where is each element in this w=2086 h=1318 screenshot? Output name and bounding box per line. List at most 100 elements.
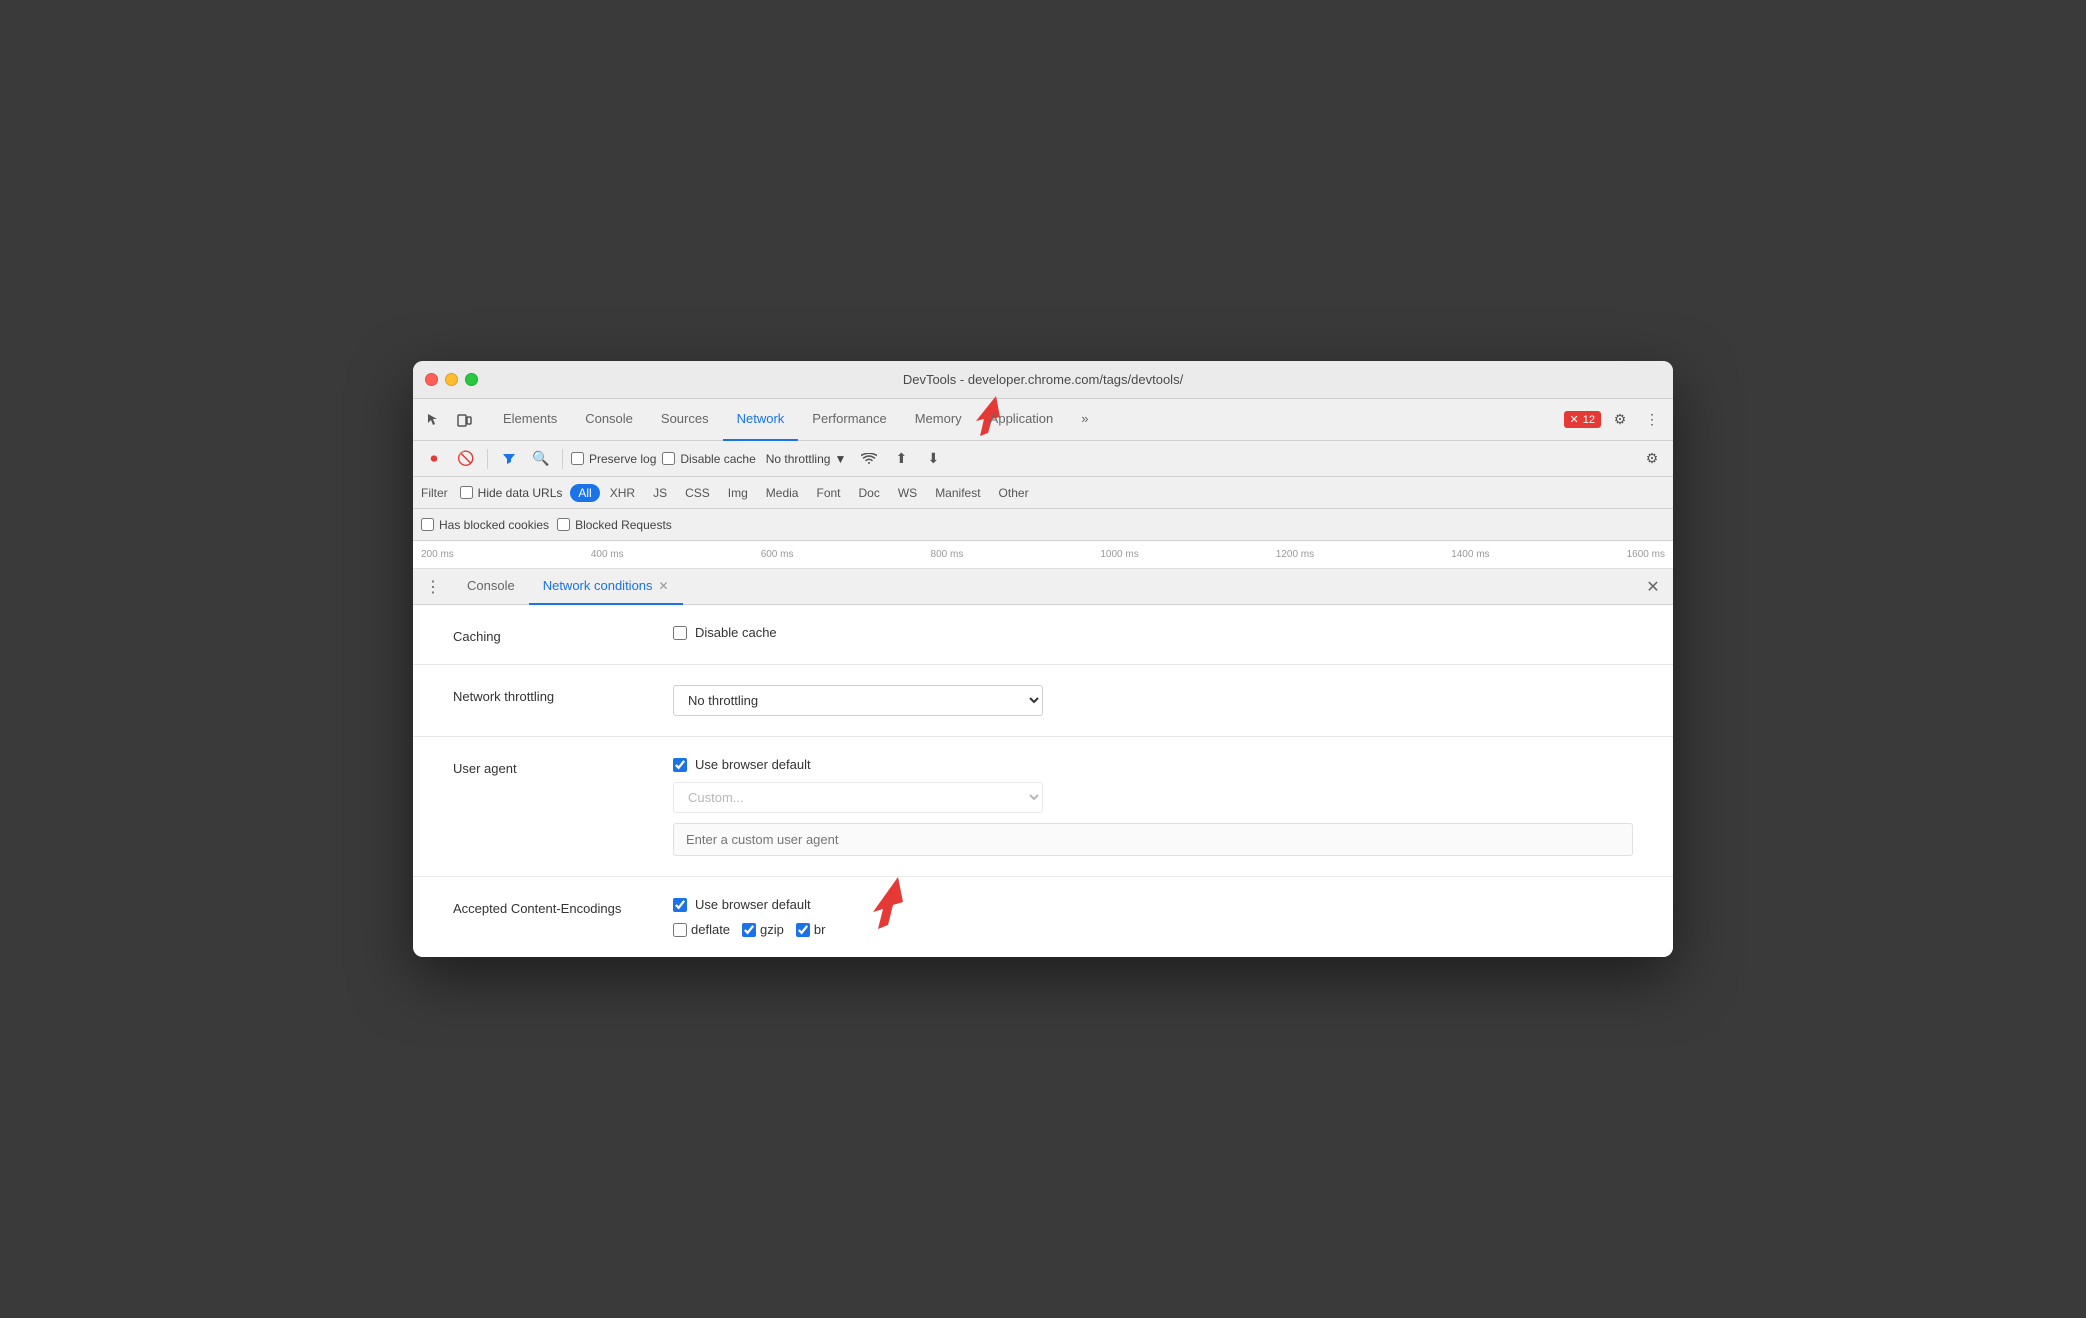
tab-sources[interactable]: Sources xyxy=(647,399,723,441)
drawer-tab-close[interactable]: ✕ xyxy=(659,579,669,593)
br-label[interactable]: br xyxy=(796,922,826,937)
use-browser-default-check[interactable] xyxy=(673,758,687,772)
blocked-requests-label[interactable]: Blocked Requests xyxy=(557,518,672,532)
filter-pill-js[interactable]: JS xyxy=(645,484,675,502)
blocked-requests-checkbox[interactable] xyxy=(557,518,570,531)
throttle-value: No throttling xyxy=(766,452,831,466)
timeline-marks: 200 ms 400 ms 600 ms 800 ms 1000 ms 1200… xyxy=(421,549,1665,560)
filter-pill-css[interactable]: CSS xyxy=(677,484,718,502)
has-blocked-cookies-label[interactable]: Has blocked cookies xyxy=(421,518,549,532)
drawer-tab-console[interactable]: Console xyxy=(453,569,529,605)
preserve-log-label[interactable]: Preserve log xyxy=(571,452,656,466)
preserve-log-checkbox[interactable] xyxy=(571,452,584,465)
tab-more[interactable]: » xyxy=(1067,399,1102,441)
throttling-select[interactable]: No throttling Fast 3G Slow 3G Offline Cu… xyxy=(673,685,1043,716)
filter-pill-all[interactable]: All xyxy=(570,484,599,502)
encoding-options-row: deflate gzip br xyxy=(673,922,1633,937)
throttle-dropdown-icon: ▼ xyxy=(834,452,846,466)
upload-button[interactable]: ⬆ xyxy=(888,446,914,472)
drawer-tab-bar: ⋮ Console Network conditions ✕ ✕ xyxy=(413,569,1673,605)
window-title: DevTools - developer.chrome.com/tags/dev… xyxy=(903,372,1183,387)
record-button[interactable]: ⏺ xyxy=(421,446,447,472)
br-checkbox[interactable] xyxy=(796,923,810,937)
filter-label: Filter xyxy=(421,486,448,500)
hide-data-urls-checkbox[interactable] xyxy=(460,486,473,499)
encodings-controls: Use browser default deflate gzip br xyxy=(673,897,1633,937)
user-agent-controls: Use browser default Custom... xyxy=(673,757,1633,856)
use-browser-default-row[interactable]: Use browser default xyxy=(673,757,1633,772)
device-toolbar-button[interactable] xyxy=(451,407,477,433)
gzip-checkbox[interactable] xyxy=(742,923,756,937)
tab-list: Elements Console Sources Network Perform… xyxy=(489,399,1564,441)
mark-600: 600 ms xyxy=(761,549,794,560)
tab-memory[interactable]: Memory xyxy=(901,399,976,441)
error-icon: ✕ xyxy=(1570,413,1579,426)
mark-1400: 1400 ms xyxy=(1451,549,1489,560)
wifi-settings-button[interactable] xyxy=(856,446,882,472)
filter-pill-media[interactable]: Media xyxy=(758,484,807,502)
drawer-menu-button[interactable]: ⋮ xyxy=(421,575,445,599)
tab-application[interactable]: Application xyxy=(976,399,1068,441)
mark-200: 200 ms xyxy=(421,549,454,560)
filter-pill-manifest[interactable]: Manifest xyxy=(927,484,988,502)
disable-cache-check[interactable] xyxy=(673,626,687,640)
minimize-button[interactable] xyxy=(445,373,458,386)
error-badge[interactable]: ✕ 12 xyxy=(1564,411,1601,428)
download-button[interactable]: ⬇ xyxy=(920,446,946,472)
encodings-browser-default-check[interactable] xyxy=(673,898,687,912)
timeline-row: 200 ms 400 ms 600 ms 800 ms 1000 ms 1200… xyxy=(413,541,1673,569)
deflate-label[interactable]: deflate xyxy=(673,922,730,937)
tab-performance[interactable]: Performance xyxy=(798,399,900,441)
disable-cache-label[interactable]: Disable cache xyxy=(662,452,755,466)
mark-800: 800 ms xyxy=(931,549,964,560)
deflate-checkbox[interactable] xyxy=(673,923,687,937)
traffic-lights xyxy=(425,373,478,386)
custom-ua-input[interactable] xyxy=(673,823,1633,856)
accepted-content-encodings-row: Accepted Content-Encodings Use browser d… xyxy=(413,877,1673,957)
tab-console[interactable]: Console xyxy=(571,399,647,441)
mark-1600: 1600 ms xyxy=(1627,549,1665,560)
select-element-button[interactable] xyxy=(421,407,447,433)
filter-pill-other[interactable]: Other xyxy=(991,484,1037,502)
additional-filter-row: Has blocked cookies Blocked Requests xyxy=(413,509,1673,541)
toolbar-right: ⚙ xyxy=(1639,446,1665,472)
close-button[interactable] xyxy=(425,373,438,386)
network-conditions-content: Caching Disable cache Network throttling… xyxy=(413,605,1673,957)
user-agent-row: User agent Use browser default Custom... xyxy=(413,737,1673,877)
clear-button[interactable]: 🚫 xyxy=(453,446,479,472)
network-settings-button[interactable]: ⚙ xyxy=(1639,446,1665,472)
drawer-tab-network-conditions[interactable]: Network conditions ✕ xyxy=(529,569,683,605)
mark-1000: 1000 ms xyxy=(1100,549,1138,560)
devtools-tab-bar: Elements Console Sources Network Perform… xyxy=(413,399,1673,441)
accepted-content-encodings-label: Accepted Content-Encodings xyxy=(453,897,673,916)
filter-button[interactable] xyxy=(496,446,522,472)
has-blocked-cookies-checkbox[interactable] xyxy=(421,518,434,531)
search-button[interactable]: 🔍 xyxy=(528,446,554,472)
filter-pill-doc[interactable]: Doc xyxy=(851,484,888,502)
error-count: 12 xyxy=(1583,414,1595,426)
filter-pill-ws[interactable]: WS xyxy=(890,484,925,502)
encodings-browser-default-row[interactable]: Use browser default xyxy=(673,897,1633,912)
filter-pill-img[interactable]: Img xyxy=(720,484,756,502)
network-throttling-label: Network throttling xyxy=(453,685,673,704)
devtools-window: DevTools - developer.chrome.com/tags/dev… xyxy=(413,361,1673,957)
filter-bar: Filter Hide data URLs All XHR JS CSS Img… xyxy=(413,477,1673,509)
disable-cache-checkbox[interactable] xyxy=(662,452,675,465)
gzip-label[interactable]: gzip xyxy=(742,922,784,937)
throttling-controls: No throttling Fast 3G Slow 3G Offline Cu… xyxy=(673,685,1633,716)
mark-1200: 1200 ms xyxy=(1276,549,1314,560)
maximize-button[interactable] xyxy=(465,373,478,386)
filter-pill-xhr[interactable]: XHR xyxy=(602,484,643,502)
custom-ua-select[interactable]: Custom... xyxy=(673,782,1043,813)
disable-cache-row[interactable]: Disable cache xyxy=(673,625,1633,640)
settings-button[interactable]: ⚙ xyxy=(1607,407,1633,433)
hide-data-urls-label[interactable]: Hide data URLs xyxy=(460,486,563,500)
drawer-close-button[interactable]: ✕ xyxy=(1641,575,1665,599)
caching-label: Caching xyxy=(453,625,673,644)
throttle-select-container[interactable]: No throttling ▼ xyxy=(762,450,851,468)
filter-pill-font[interactable]: Font xyxy=(808,484,848,502)
tab-elements[interactable]: Elements xyxy=(489,399,571,441)
more-options-button[interactable]: ⋮ xyxy=(1639,407,1665,433)
filter-pills: Hide data URLs All XHR JS CSS Img Media … xyxy=(460,484,1037,502)
tab-network[interactable]: Network xyxy=(723,399,799,441)
